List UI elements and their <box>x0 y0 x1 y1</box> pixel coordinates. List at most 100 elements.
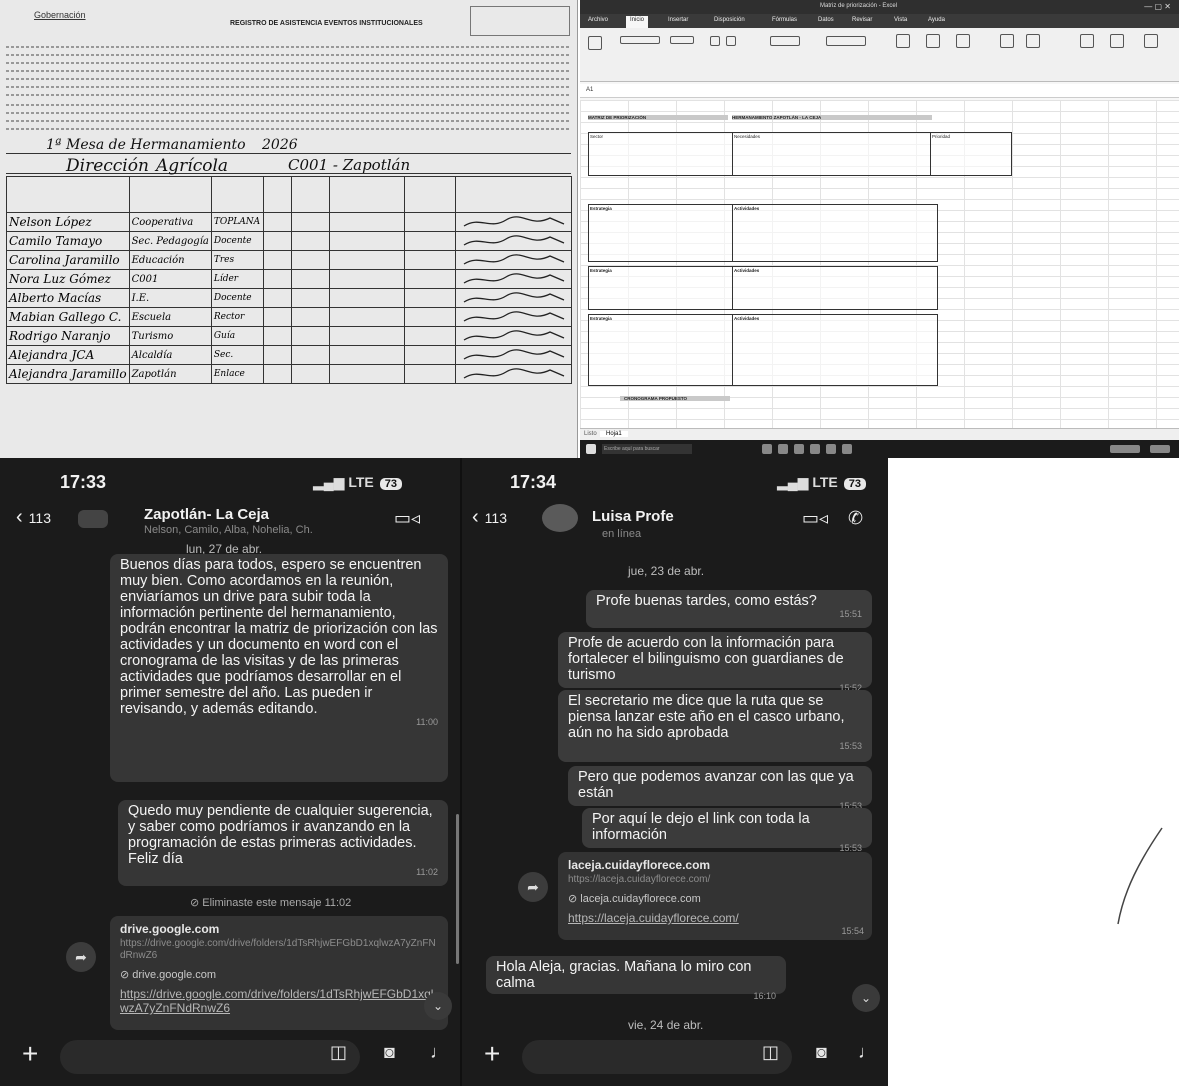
formula-bar[interactable]: A1 <box>580 84 1179 98</box>
phone-call-icon[interactable]: ✆ <box>848 508 863 529</box>
message-list[interactable]: lun, 27 de abr. Buenos días para todos, … <box>0 542 460 1030</box>
message-bubble[interactable]: Quedo muy pendiente de cualquier sugeren… <box>118 800 448 886</box>
sticker-icon[interactable]: ◫ <box>330 1042 347 1063</box>
strategy-label[interactable]: Estrategia <box>590 206 612 211</box>
camera-icon[interactable]: ◙ <box>384 1042 395 1063</box>
strategy-label[interactable]: Estrategia <box>590 316 612 321</box>
spreadsheet-grid[interactable]: MATRIZ DE PRIORIZACIÓN HERMANAMIENTO ZAP… <box>580 100 1179 428</box>
link-preview-card[interactable]: laceja.cuidayflorece.com https://laceja.… <box>558 852 872 940</box>
scroll-down-icon[interactable]: ⌄ <box>424 992 452 1020</box>
message-bubble[interactable]: Profe de acuerdo con la información para… <box>558 632 872 693</box>
bold-icon[interactable] <box>710 36 720 46</box>
activities-label[interactable]: Actividades <box>734 316 759 321</box>
back-button[interactable]: ‹ 113 <box>16 506 51 529</box>
attach-plus-icon[interactable]: + <box>22 1038 38 1070</box>
font-selector[interactable] <box>620 36 660 44</box>
chat-title[interactable]: Zapotlán- La Ceja <box>144 506 269 523</box>
windows-start-icon[interactable] <box>586 444 596 454</box>
ribbon-tab[interactable]: Ayuda <box>924 16 949 28</box>
activities-label[interactable]: Actividades <box>734 268 759 273</box>
cell-col-a[interactable]: Sector <box>590 134 603 139</box>
message-bubble[interactable]: Por aquí le dejo el link con toda la inf… <box>582 808 872 853</box>
chat-title[interactable]: Luisa Profe <box>592 508 674 525</box>
strategy-label[interactable]: Estrategia <box>590 268 612 273</box>
link-text[interactable]: https://drive.google.com/drive/folders/1… <box>120 987 438 1015</box>
cell-header-left[interactable]: MATRIZ DE PRIORIZACIÓN <box>588 115 646 120</box>
attendee-entity: Turismo <box>128 326 212 346</box>
sticker-icon[interactable]: ◫ <box>762 1042 779 1063</box>
video-call-icon[interactable]: ▭◃ <box>802 508 828 529</box>
camera-icon[interactable]: ◙ <box>816 1042 827 1063</box>
cell-header-right[interactable]: HERMANAMIENTO ZAPOTLÁN - LA CEJA <box>732 115 821 120</box>
activities-label[interactable]: Actividades <box>734 206 759 211</box>
find-select-icon[interactable] <box>1110 34 1124 48</box>
ribbon-tab[interactable]: Inicio <box>626 16 649 28</box>
analyze-data-icon[interactable] <box>1144 34 1158 48</box>
format-table-icon[interactable] <box>926 34 940 48</box>
sort-filter-icon[interactable] <box>1080 34 1094 48</box>
link-domain-text: laceja.cuidayflorece.com <box>580 893 701 905</box>
paste-icon[interactable] <box>588 36 602 50</box>
message-bubble[interactable]: Pero que podemos avanzar con las que ya … <box>568 766 872 811</box>
col-header <box>291 176 330 213</box>
cell-col-c[interactable]: Prioridad <box>932 134 950 139</box>
scrollbar[interactable] <box>456 814 459 964</box>
conditional-format-icon[interactable] <box>896 34 910 48</box>
message-input[interactable] <box>60 1040 360 1074</box>
scroll-down-icon[interactable]: ⌄ <box>852 984 880 1012</box>
chrome-icon[interactable] <box>842 444 852 454</box>
file-explorer-icon[interactable] <box>762 444 772 454</box>
taskbar-search[interactable]: Escribe aquí para buscar <box>602 444 692 454</box>
contact-avatar[interactable] <box>542 504 578 532</box>
italic-icon[interactable] <box>726 36 736 46</box>
window-controls-icon[interactable]: — ▢ ✕ <box>1144 2 1171 11</box>
delete-cells-icon[interactable] <box>1026 34 1040 48</box>
message-input[interactable] <box>522 1040 792 1074</box>
font-size-selector[interactable] <box>670 36 694 44</box>
word-app-icon[interactable] <box>826 444 836 454</box>
ribbon-tab[interactable]: Disposición <box>710 16 749 28</box>
attendee-role: Líder <box>210 269 264 289</box>
link-text[interactable]: https://laceja.cuidayflorece.com/ <box>568 911 862 925</box>
signature-cell <box>454 345 573 365</box>
ribbon-tab[interactable]: Archivo <box>584 16 612 28</box>
message-list[interactable]: jue, 23 de abr. Profe buenas tardes, com… <box>462 544 888 1032</box>
sheet-tab[interactable]: Hoja1 <box>600 431 628 437</box>
attach-plus-icon[interactable]: + <box>484 1038 500 1070</box>
attendance-cell <box>262 288 293 308</box>
microphone-icon[interactable]: ♩ <box>430 1042 448 1063</box>
ribbon-tab[interactable]: Insertar <box>664 16 692 28</box>
group-avatar[interactable] <box>78 510 108 528</box>
forward-icon[interactable]: ➦ <box>518 872 548 902</box>
excel-app-icon[interactable] <box>810 444 820 454</box>
status-bar: 17:34 ▂▄▆ LTE 73 <box>462 458 888 500</box>
message-input-bar: + ◫ ◙ ♩ <box>0 1030 460 1086</box>
video-call-icon[interactable]: ▭◃ <box>394 508 420 529</box>
message-bubble[interactable]: Buenos días para todos, espero se encuen… <box>110 554 448 782</box>
message-bubble[interactable]: Hola Aleja, gracias. Mañana lo miro con … <box>486 956 786 1001</box>
browser-icon[interactable] <box>778 444 788 454</box>
mail-icon[interactable] <box>794 444 804 454</box>
ribbon-tab[interactable]: Fórmulas <box>768 16 801 28</box>
cell-footer[interactable]: CRONOGRAMA PROPUESTO <box>624 396 687 401</box>
cell-col-b[interactable]: Necesidades <box>734 134 760 139</box>
wrap-text-button[interactable] <box>770 36 800 46</box>
system-tray[interactable] <box>1110 445 1140 453</box>
microphone-icon[interactable]: ♩ <box>858 1042 876 1063</box>
clock-icon[interactable] <box>1150 445 1170 453</box>
message-bubble[interactable]: Profe buenas tardes, como estás? 15:51 <box>586 590 872 628</box>
message-bubble[interactable]: El secretario me dice que la ruta que se… <box>558 690 872 762</box>
attendance-cell <box>328 250 405 270</box>
forward-icon[interactable]: ➦ <box>66 942 96 972</box>
name-box[interactable]: A1 <box>586 87 593 93</box>
link-preview-card[interactable]: drive.google.com https://drive.google.co… <box>110 916 448 1030</box>
cell-styles-icon[interactable] <box>956 34 970 48</box>
ribbon-tab[interactable]: Datos <box>814 16 838 28</box>
ribbon-tab[interactable]: Revisar <box>848 16 876 28</box>
col-rule <box>930 132 931 176</box>
ribbon-tab[interactable]: Vista <box>890 16 911 28</box>
insert-cells-icon[interactable] <box>1000 34 1014 48</box>
back-button[interactable]: ‹ 113 <box>472 506 507 529</box>
number-format-selector[interactable] <box>826 36 866 46</box>
attendance-cell <box>291 250 330 270</box>
